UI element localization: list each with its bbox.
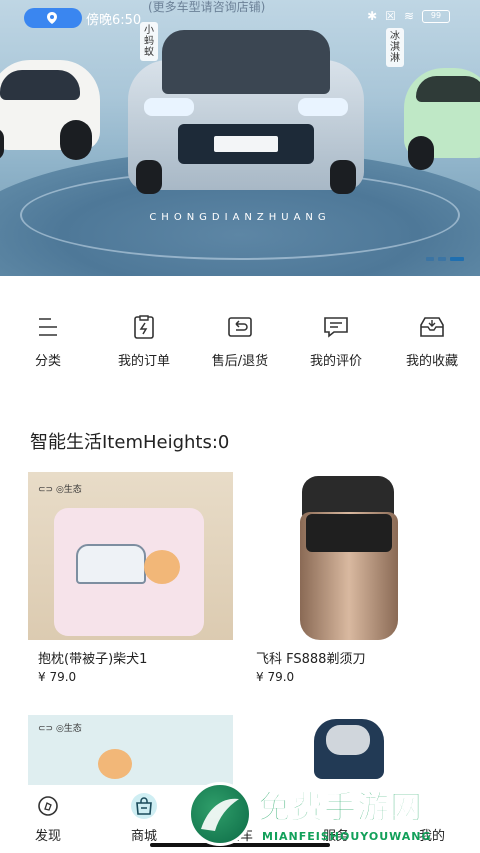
product-price: ¥ 79.0 [256,670,295,684]
order-icon [129,312,159,342]
quick-menu: 分类 我的订单 售后/退货 我的评价 我的收藏 [0,300,480,380]
quick-item-orders[interactable]: 我的订单 [96,300,192,380]
hero-banner[interactable]: (更多车型请咨询店铺) 小蚂蚁 冰淇淋 CHONGDIANZHUANG [0,0,480,276]
status-time: 傍晚6:50 [86,13,142,28]
product-image-shaver [246,472,451,640]
product-card[interactable] [246,715,451,785]
product-name: 飞科 FS888剃须刀 [256,652,366,667]
watermark-subtitle: MIANFEISHOUYOUWANG [262,830,432,843]
comment-icon [321,312,351,342]
quick-item-label: 我的订单 [117,354,170,369]
product-card[interactable]: ⊂⊃ ◎生态 抱枕(带被子)柴犬1 ¥ 79.0 [28,472,233,692]
shop-icon [131,793,157,819]
wifi-icon: ≋ [403,9,414,23]
status-bar: 傍晚6:50 ✱ ☒ ≋ 99 [0,6,480,28]
car-silver-image [128,20,364,200]
brand-logo: ⊂⊃ ◎生态 [38,485,82,495]
quick-item-label: 我的评价 [309,354,362,369]
pillow-dog-print [98,749,132,779]
pagination-dot[interactable] [426,257,434,261]
tab-label: 发现 [34,829,61,844]
pillow-car-print [76,544,146,584]
tab-label: 商城 [130,829,157,844]
discover-icon [35,793,61,819]
product-name: 抱枕(带被子)柴犬1 [38,652,148,667]
watermark: 免费手游网 MIANFEISHOUYOUWANG [188,780,480,850]
quick-item-label: 我的收藏 [405,354,458,369]
pillow-dog-print [144,550,180,584]
car-white-image [0,50,110,160]
product-image-pillow: ⊂⊃ ◎生态 [28,472,233,640]
car-tag-right: 冰淇淋 [386,28,404,67]
quick-item-favorites[interactable]: 我的收藏 [384,300,480,380]
quick-item-label: 分类 [34,354,61,369]
list-icon [33,312,63,342]
banner-brand-text: CHONGDIANZHUANG [149,212,331,223]
product-card[interactable]: ⊂⊃ ◎生态 [28,715,233,785]
product-image-shaver-2 [246,715,451,785]
watermark-logo [188,782,252,846]
pagination-dot[interactable] [438,257,446,261]
quick-item-label: 售后/退货 [211,354,269,369]
section-title: 智能生活ItemHeights:0 [30,432,230,453]
banner-pagination[interactable] [426,257,464,261]
car-mint-image [400,60,480,170]
product-price: ¥ 79.0 [38,670,77,684]
quick-item-reviews[interactable]: 我的评价 [288,300,384,380]
tab-discover[interactable]: 发现 [0,785,96,853]
bluetooth-icon: ✱ [367,9,378,23]
return-icon [225,312,255,342]
watermark-title: 免费手游网 [257,788,424,827]
shaver-top-panel [306,514,392,552]
battery-icon: 99 [422,9,450,23]
location-icon [47,12,57,24]
status-icons: ✱ ☒ ≋ 99 [367,9,450,23]
pagination-dot-active[interactable] [450,257,464,261]
shaver-blades [326,725,370,755]
product-image-pillow-2: ⊂⊃ ◎生态 [28,715,233,785]
favorite-icon [417,312,447,342]
quick-item-category[interactable]: 分类 [0,300,96,380]
product-card[interactable]: 飞科 FS888剃须刀 ¥ 79.0 [246,472,451,692]
sim-icon: ☒ [385,9,396,23]
location-pill[interactable] [24,8,82,28]
brand-logo: ⊂⊃ ◎生态 [38,724,82,734]
quick-item-after-sales[interactable]: 售后/退货 [192,300,288,380]
